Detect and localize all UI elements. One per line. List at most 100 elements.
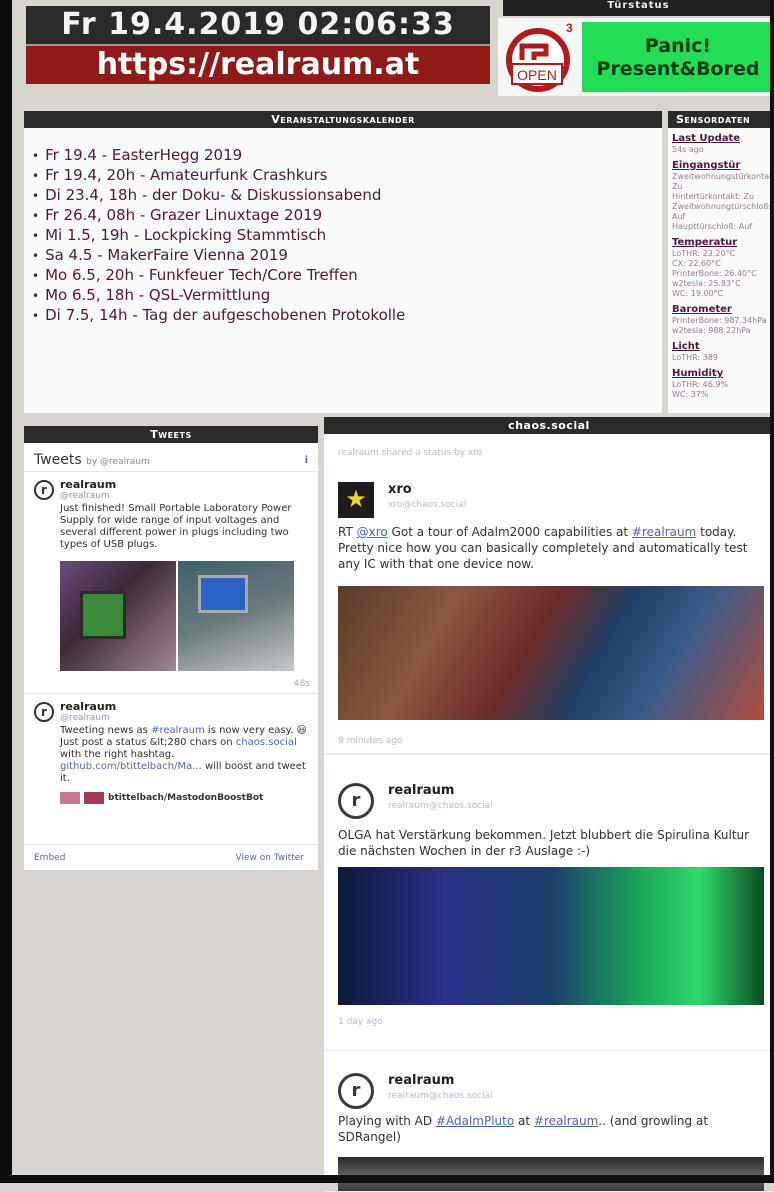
avatar[interactable]: r <box>338 1073 374 1109</box>
tweet-author-name[interactable]: realraum <box>60 700 310 713</box>
hashtag-link[interactable]: #realraum <box>151 725 205 736</box>
logo-superscript: 3 <box>566 21 573 35</box>
tweet-text: Just finished! Small Portable Laboratory… <box>60 503 292 550</box>
sensor-heading: Last Update <box>672 133 741 144</box>
presence-status-line2: Present&Bored <box>596 58 760 80</box>
status-post[interactable]: r realraum realraum@chaos.social OLGA ha… <box>324 754 774 1051</box>
screen-bezel-left <box>0 0 12 1183</box>
sensor-heading: Temperatur <box>672 237 738 248</box>
tweet-author-handle[interactable]: @realraum <box>60 491 310 501</box>
tweet-author-name[interactable]: realraum <box>60 478 310 491</box>
event-item: Mi 1.5, 19h - Lockpicking Stammtisch <box>32 226 662 246</box>
post-timestamp[interactable]: 9 minutes ago <box>338 736 403 746</box>
mention-link[interactable]: @xro <box>357 525 388 539</box>
event-item: Di 7.5, 14h - Tag der aufgeschobenen Pro… <box>32 306 662 326</box>
sensor-value: LoTHR: 389 <box>672 353 718 362</box>
sensor-group-humidity: Humidity LoTHR: 46.9% WC: 37% <box>668 363 774 400</box>
tweet-timestamp[interactable]: 48s <box>60 679 310 689</box>
sensor-value: LoTHR: 23.20°C <box>672 249 736 258</box>
post-image[interactable] <box>338 586 764 720</box>
sensor-value: Zweitwohnungstürkontakt: <box>672 172 774 181</box>
sensor-value: WC: 19.00°C <box>672 289 724 298</box>
tweet-photo-2[interactable] <box>178 561 294 671</box>
chaos-social-title: chaos.social <box>324 417 774 434</box>
sensor-value: Zweitwohnungtürschloß: <box>672 202 772 211</box>
avatar[interactable]: r <box>34 480 54 500</box>
tweet-author-handle[interactable]: @realraum <box>60 713 310 723</box>
sensor-heading: Licht <box>672 341 700 352</box>
embed-link[interactable]: Embed <box>34 853 65 863</box>
sensor-value: Auf <box>672 212 686 221</box>
datetime-display: Fr 19.4.2019 02:06:33 <box>26 6 490 44</box>
sensor-value: PrinterBone: 26.40°C <box>672 269 757 278</box>
post-text: Playing with AD #AdalmPluto at #realraum… <box>338 1114 709 1144</box>
sensor-heading: Eingangstür <box>672 160 741 171</box>
chaos-social-link[interactable]: chaos.social <box>236 737 297 748</box>
event-item: Fr 19.4, 20h - Amateurfunk Crashkurs <box>32 166 662 186</box>
tweet-item[interactable]: r realraum @realraum Tweeting news as #r… <box>24 693 318 809</box>
post-image[interactable] <box>338 867 764 1005</box>
twitter-widget-header: Tweets by @realraum i <box>24 443 318 471</box>
view-on-twitter-link[interactable]: View on Twitter <box>236 853 304 863</box>
post-text: OLGA hat Verstärkung bekommen. Jetzt blu… <box>338 828 750 858</box>
sensor-group-last-update: Last Update 54s ago <box>668 128 774 155</box>
sensor-group-door: Eingangstür Zweitwohnungstürkontakt: Zu … <box>668 155 774 232</box>
event-item: Di 23.4, 18h - der Doku- & Diskussionsab… <box>32 186 662 206</box>
tweets-title: Tweets <box>24 426 318 443</box>
sensor-value: LoTHR: 46.9% <box>672 380 729 389</box>
tweet-item[interactable]: r realraum @realraum Just finished! Smal… <box>24 471 318 693</box>
avatar[interactable]: r <box>34 702 54 722</box>
realraum-open-logo: OPEN 3 <box>506 21 573 92</box>
hashtag-link[interactable]: #realraum <box>534 1114 598 1128</box>
sensor-panel: Sensordaten Last Update 54s ago Eingangs… <box>668 111 774 413</box>
tweet-photo-1[interactable] <box>60 561 176 671</box>
post-author-name[interactable]: realraum <box>388 783 454 798</box>
post-image[interactable] <box>338 1157 764 1191</box>
event-list: Fr 19.4 - EasterHegg 2019 Fr 19.4, 20h -… <box>24 146 662 326</box>
preview-thumbnail <box>84 792 104 804</box>
status-post[interactable]: r realraum realraum@chaos.social Playing… <box>324 1051 774 1192</box>
post-author-name[interactable]: xro <box>388 482 412 497</box>
sensor-group-light: Licht LoTHR: 389 <box>668 336 774 363</box>
screen-bezel-right <box>770 0 774 1183</box>
sensor-title: Sensordaten <box>668 111 774 128</box>
sensor-value: Hintertürkontakt: Zu <box>672 192 755 201</box>
post-text: RT @xro Got a tour of Adalm2000 capabili… <box>338 525 748 571</box>
sensor-value: WC: 37% <box>672 390 709 399</box>
post-author-account[interactable]: realraum@chaos.social <box>388 801 493 811</box>
link-preview[interactable]: btittelbach/MastodonBoostBot <box>60 791 310 805</box>
sensor-value: PrinterBone: 987.34hPa <box>672 316 767 325</box>
event-item: Sa 4.5 - MakerFaire Vienna 2019 <box>32 246 662 266</box>
mastodon-feed: chaos.social realraum shared a status by… <box>324 417 774 1192</box>
post-timestamp[interactable]: 1 day ago <box>338 1017 383 1027</box>
sensor-value: CX: 22.60°C <box>672 259 721 268</box>
presence-status-line1: Panic! <box>644 35 712 57</box>
preview-title: btittelbach/MastodonBoostBot <box>108 793 264 803</box>
post-author-account[interactable]: realraum@chaos.social <box>388 1091 493 1101</box>
sensor-value: Zu <box>672 182 683 191</box>
screen-bezel-bottom <box>0 1175 774 1183</box>
logo-open-text: OPEN <box>517 67 557 83</box>
event-item: Mo 6.5, 18h - QSL-Vermittlung <box>32 286 662 306</box>
sensor-value: w2tesla: 988.22hPa <box>672 326 751 335</box>
info-icon[interactable]: i <box>305 455 308 466</box>
calendar-title: Veranstaltungskalender <box>24 111 662 128</box>
post-author-account[interactable]: xro@chaos.social <box>388 500 466 510</box>
status-post[interactable]: ★ xro xro@chaos.social RT @xro Got a tou… <box>324 458 774 754</box>
github-link[interactable]: github.com/btittelbach/Ma... <box>60 761 202 772</box>
presence-status: Panic! Present&Bored <box>582 22 774 92</box>
preview-thumbnail <box>60 792 80 804</box>
event-item: Fr 19.4 - EasterHegg 2019 <box>32 146 662 166</box>
sensor-value: Haupttürschloß: Auf <box>672 222 753 231</box>
event-calendar: Veranstaltungskalender Fr 19.4 - EasterH… <box>24 111 662 413</box>
hashtag-link[interactable]: #AdalmPluto <box>436 1114 514 1128</box>
hashtag-link[interactable]: #realraum <box>632 525 696 539</box>
tweet-media[interactable] <box>60 561 310 671</box>
post-author-name[interactable]: realraum <box>388 1073 454 1088</box>
avatar[interactable]: ★ <box>338 482 374 518</box>
sensor-group-barometer: Barometer PrinterBone: 987.34hPa w2tesla… <box>668 299 774 336</box>
twitter-widget-footer: Embed View on Twitter <box>24 844 318 870</box>
widget-by-link[interactable]: by @realraum <box>86 457 150 467</box>
event-item: Mo 6.5, 20h - Funkfeuer Tech/Core Treffe… <box>32 266 662 286</box>
avatar[interactable]: r <box>338 783 374 819</box>
